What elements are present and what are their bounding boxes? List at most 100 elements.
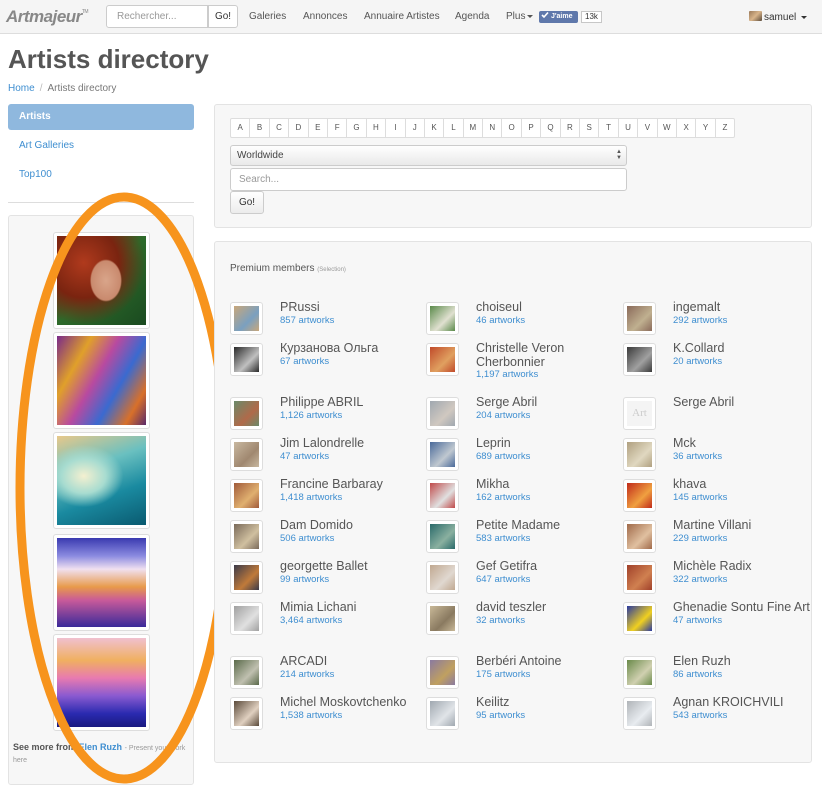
member-artwork-count[interactable]: 322 artworks <box>673 574 813 586</box>
featured-artwork-3[interactable] <box>53 432 150 529</box>
member-name[interactable]: Keilitz <box>476 695 616 710</box>
featured-artwork-2[interactable] <box>53 332 150 429</box>
member-name[interactable]: Gef Getifra <box>476 559 616 574</box>
member-artwork-count[interactable]: 543 artworks <box>673 710 813 722</box>
member-avatar[interactable] <box>230 397 263 430</box>
member-artwork-count[interactable]: 86 artworks <box>673 669 813 681</box>
site-logo[interactable]: ArtmajeurTM <box>6 7 89 27</box>
member-name[interactable]: Mck <box>673 436 813 451</box>
member-artwork-count[interactable]: 36 artworks <box>673 451 813 463</box>
member-artwork-count[interactable]: 32 artworks <box>476 615 616 627</box>
artist-search-input[interactable] <box>230 168 627 191</box>
member-avatar[interactable] <box>426 397 459 430</box>
sidebar-item-top100[interactable]: Top100 <box>8 162 194 188</box>
sidebar-item-art-galleries[interactable]: Art Galleries <box>8 133 194 159</box>
member-avatar[interactable] <box>230 656 263 689</box>
nav-link-agenda[interactable]: Agenda <box>455 11 489 22</box>
letter-filter-g[interactable]: G <box>346 118 367 138</box>
member-name[interactable]: PRussi <box>280 300 420 315</box>
member-artwork-count[interactable]: 1,538 artworks <box>280 710 420 722</box>
member-name[interactable]: ingemalt <box>673 300 813 315</box>
member-avatar[interactable] <box>623 479 656 512</box>
member-artwork-count[interactable]: 145 artworks <box>673 492 813 504</box>
letter-filter-c[interactable]: C <box>268 118 290 138</box>
member-artwork-count[interactable]: 47 artworks <box>280 451 420 463</box>
letter-filter-j[interactable]: J <box>404 118 425 138</box>
letter-filter-l[interactable]: L <box>443 118 464 138</box>
member-artwork-count[interactable]: 229 artworks <box>673 533 813 545</box>
member-avatar[interactable] <box>230 561 263 594</box>
member-name[interactable]: Berbéri Antoine <box>476 654 616 669</box>
member-avatar[interactable] <box>230 602 263 635</box>
member-name[interactable]: Philippe ABRIL <box>280 395 420 410</box>
letter-filter-w[interactable]: W <box>656 118 677 138</box>
member-name[interactable]: Leprin <box>476 436 616 451</box>
member-name[interactable]: david teszler <box>476 600 616 615</box>
site-search-button[interactable]: Go! <box>208 5 238 28</box>
member-avatar[interactable] <box>230 520 263 553</box>
letter-filter-i[interactable]: I <box>385 118 406 138</box>
member-artwork-count[interactable]: 20 artworks <box>673 356 813 368</box>
member-artwork-count[interactable]: 292 artworks <box>673 315 813 327</box>
member-name[interactable]: Michèle Radix <box>673 559 813 574</box>
member-avatar[interactable] <box>426 520 459 553</box>
member-artwork-count[interactable]: 95 artworks <box>476 710 616 722</box>
letter-filter-s[interactable]: S <box>579 118 600 138</box>
member-name[interactable]: Mimia Lichani <box>280 600 420 615</box>
member-avatar[interactable] <box>230 343 263 376</box>
letter-filter-d[interactable]: D <box>288 118 309 138</box>
letter-filter-f[interactable]: F <box>326 118 348 138</box>
member-name[interactable]: Dam Domido <box>280 518 420 533</box>
member-artwork-count[interactable]: 857 artworks <box>280 315 420 327</box>
member-avatar[interactable] <box>426 561 459 594</box>
member-name[interactable]: Serge Abril <box>476 395 616 410</box>
letter-filter-e[interactable]: E <box>307 118 328 138</box>
member-avatar[interactable] <box>426 697 459 730</box>
member-avatar[interactable] <box>230 697 263 730</box>
member-avatar[interactable] <box>623 343 656 376</box>
letter-filter-p[interactable]: P <box>520 118 542 138</box>
letter-filter-h[interactable]: H <box>365 118 387 138</box>
member-name[interactable]: Petite Madame <box>476 518 616 533</box>
letter-filter-z[interactable]: Z <box>714 118 736 138</box>
member-artwork-count[interactable]: 175 artworks <box>476 669 616 681</box>
letter-filter-b[interactable]: B <box>249 118 270 138</box>
nav-link-annuaire-artistes[interactable]: Annuaire Artistes <box>364 11 440 22</box>
member-artwork-count[interactable]: 214 artworks <box>280 669 420 681</box>
letter-filter-y[interactable]: Y <box>695 118 716 138</box>
user-menu[interactable]: samuel <box>749 11 808 23</box>
member-name[interactable]: K.Collard <box>673 341 813 356</box>
member-avatar[interactable] <box>623 602 656 635</box>
member-avatar[interactable]: Art <box>623 397 656 430</box>
letter-filter-v[interactable]: V <box>637 118 658 138</box>
region-select[interactable]: Worldwide ▲ ▼ <box>230 145 627 166</box>
member-artwork-count[interactable]: 67 artworks <box>280 356 420 368</box>
member-avatar[interactable] <box>426 343 459 376</box>
breadcrumb-home[interactable]: Home <box>8 83 35 94</box>
member-artwork-count[interactable]: 47 artworks <box>673 615 813 627</box>
member-avatar[interactable] <box>426 602 459 635</box>
member-name[interactable]: Курзанова Ольга <box>280 341 420 356</box>
letter-filter-t[interactable]: T <box>598 118 619 138</box>
member-avatar[interactable] <box>426 656 459 689</box>
artist-search-button[interactable]: Go! <box>230 191 264 214</box>
member-artwork-count[interactable]: 689 artworks <box>476 451 616 463</box>
member-avatar[interactable] <box>426 479 459 512</box>
member-avatar[interactable] <box>623 561 656 594</box>
nav-menu-plus[interactable]: Plus <box>506 11 534 22</box>
member-name[interactable]: georgette Ballet <box>280 559 420 574</box>
featured-artwork-4[interactable] <box>53 534 150 631</box>
member-artwork-count[interactable]: 506 artworks <box>280 533 420 545</box>
member-avatar[interactable] <box>426 302 459 335</box>
member-artwork-count[interactable]: 99 artworks <box>280 574 420 586</box>
member-name[interactable]: Mikha <box>476 477 616 492</box>
member-name[interactable]: choiseul <box>476 300 616 315</box>
letter-filter-m[interactable]: M <box>462 118 484 138</box>
member-name[interactable]: Jim Lalondrelle <box>280 436 420 451</box>
member-name[interactable]: Martine Villani <box>673 518 813 533</box>
letter-filter-r[interactable]: R <box>559 118 581 138</box>
member-artwork-count[interactable]: 647 artworks <box>476 574 616 586</box>
member-avatar[interactable] <box>230 438 263 471</box>
member-avatar[interactable] <box>230 302 263 335</box>
member-name[interactable]: khava <box>673 477 813 492</box>
